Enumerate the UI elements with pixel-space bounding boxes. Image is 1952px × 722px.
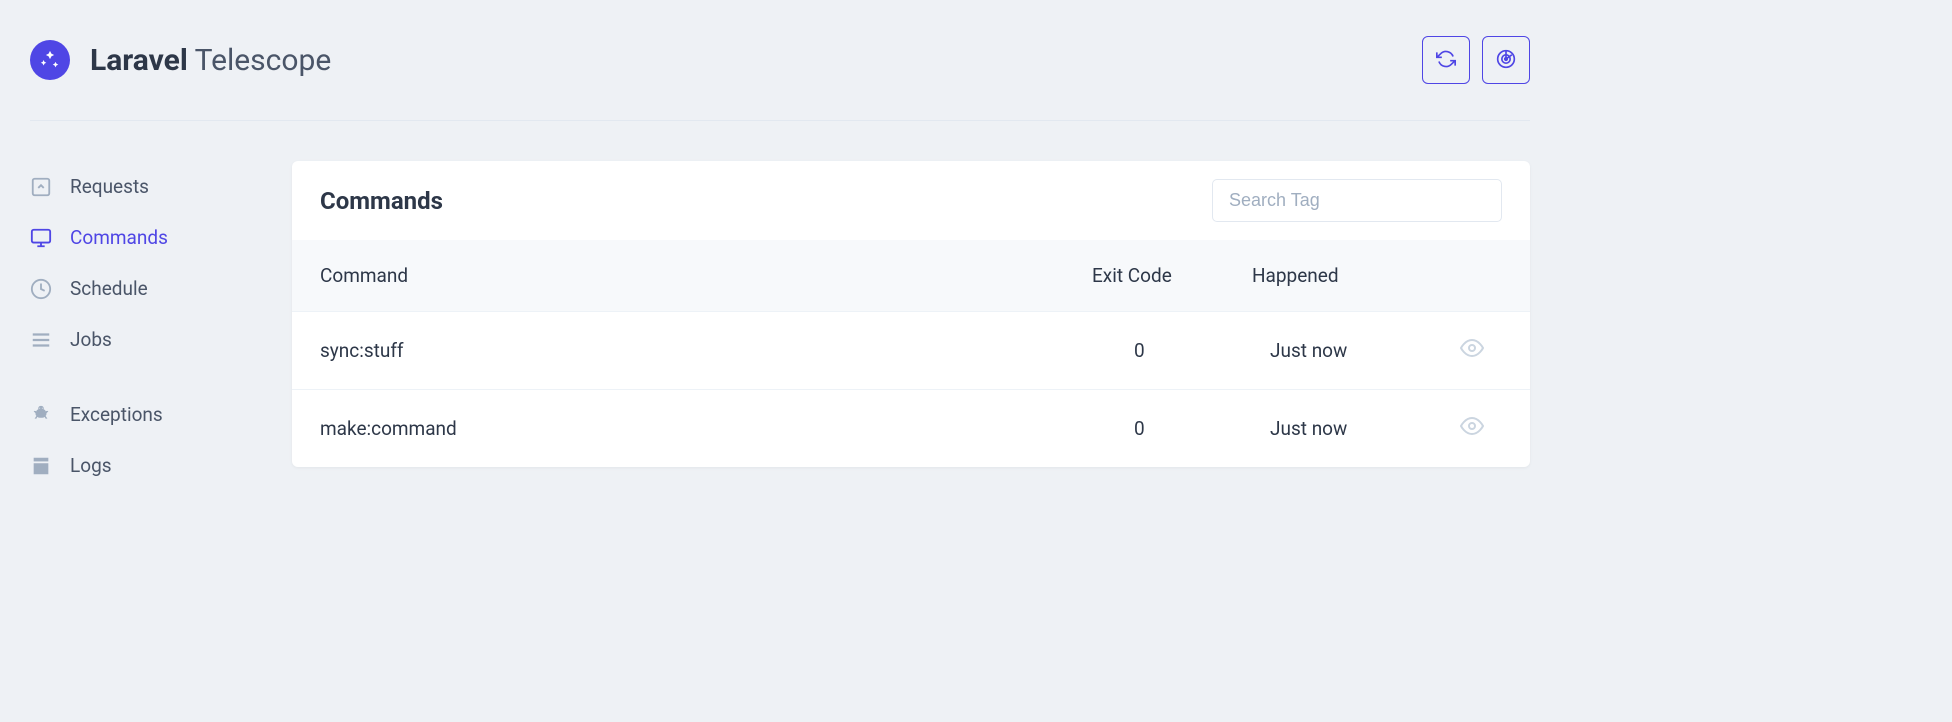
view-button[interactable] xyxy=(1442,414,1502,443)
sidebar-item-label: Jobs xyxy=(70,328,112,351)
exceptions-icon xyxy=(30,404,52,426)
header: Laravel Telescope xyxy=(30,0,1530,121)
sidebar-item-jobs[interactable]: Jobs xyxy=(30,314,292,365)
sidebar-item-label: Exceptions xyxy=(70,403,163,426)
brand-area: Laravel Telescope xyxy=(30,40,331,80)
col-header-command: Command xyxy=(320,264,1092,287)
table-header: Command Exit Code Happened xyxy=(292,240,1530,311)
eye-icon xyxy=(1460,336,1484,365)
search-input[interactable] xyxy=(1212,179,1502,222)
sidebar-item-label: Logs xyxy=(70,454,112,477)
logo-icon xyxy=(30,40,70,80)
sidebar-item-label: Commands xyxy=(70,226,168,249)
brand-title: Laravel Telescope xyxy=(90,43,331,78)
sidebar-item-label: Schedule xyxy=(70,277,148,300)
col-header-action xyxy=(1442,264,1502,287)
cell-exit-code: 0 xyxy=(1092,339,1252,362)
commands-icon xyxy=(30,227,52,249)
radar-icon xyxy=(1496,49,1516,72)
refresh-icon xyxy=(1436,49,1456,72)
header-actions xyxy=(1422,36,1530,84)
sidebar-item-requests[interactable]: Requests xyxy=(30,161,292,212)
view-button[interactable] xyxy=(1442,336,1502,365)
requests-icon xyxy=(30,176,52,198)
main-content: Commands Command Exit Code Happened sync… xyxy=(292,161,1530,491)
table-row: make:command 0 Just now xyxy=(292,389,1530,467)
col-header-exit-code: Exit Code xyxy=(1092,264,1252,287)
sidebar-item-exceptions[interactable]: Exceptions xyxy=(30,389,292,440)
sidebar-item-label: Requests xyxy=(70,175,149,198)
table-row: sync:stuff 0 Just now xyxy=(292,311,1530,389)
sidebar-item-logs[interactable]: Logs xyxy=(30,440,292,491)
page-title: Commands xyxy=(320,187,443,215)
card-header: Commands xyxy=(292,161,1530,240)
logs-icon xyxy=(30,455,52,477)
cell-happened: Just now xyxy=(1252,417,1442,440)
sidebar: Requests Commands Schedu xyxy=(30,161,292,491)
commands-card: Commands Command Exit Code Happened sync… xyxy=(292,161,1530,467)
cell-command: sync:stuff xyxy=(320,339,1092,362)
cell-command: make:command xyxy=(320,417,1092,440)
schedule-icon xyxy=(30,278,52,300)
cell-exit-code: 0 xyxy=(1092,417,1252,440)
col-header-happened: Happened xyxy=(1252,264,1442,287)
refresh-button[interactable] xyxy=(1422,36,1470,84)
cell-happened: Just now xyxy=(1252,339,1442,362)
eye-icon xyxy=(1460,414,1484,443)
sidebar-item-schedule[interactable]: Schedule xyxy=(30,263,292,314)
sidebar-item-commands[interactable]: Commands xyxy=(30,212,292,263)
jobs-icon xyxy=(30,329,52,351)
radar-button[interactable] xyxy=(1482,36,1530,84)
